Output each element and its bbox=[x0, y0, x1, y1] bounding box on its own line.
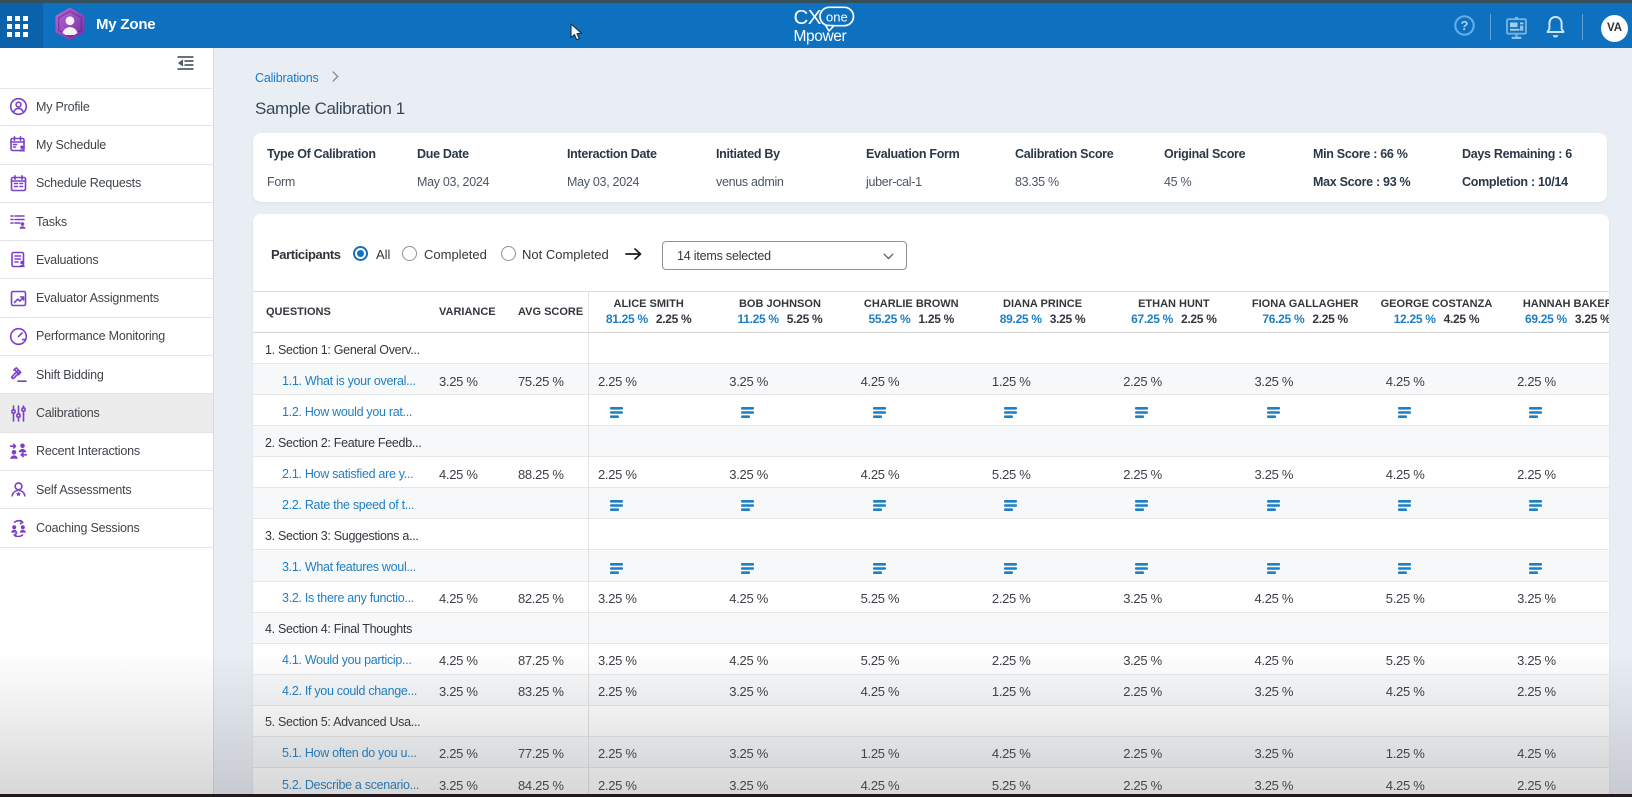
svg-text:one: one bbox=[826, 9, 848, 24]
svg-text:Mpower: Mpower bbox=[794, 28, 847, 45]
svg-text:CX: CX bbox=[794, 6, 822, 29]
svg-text:?: ? bbox=[1461, 18, 1469, 33]
